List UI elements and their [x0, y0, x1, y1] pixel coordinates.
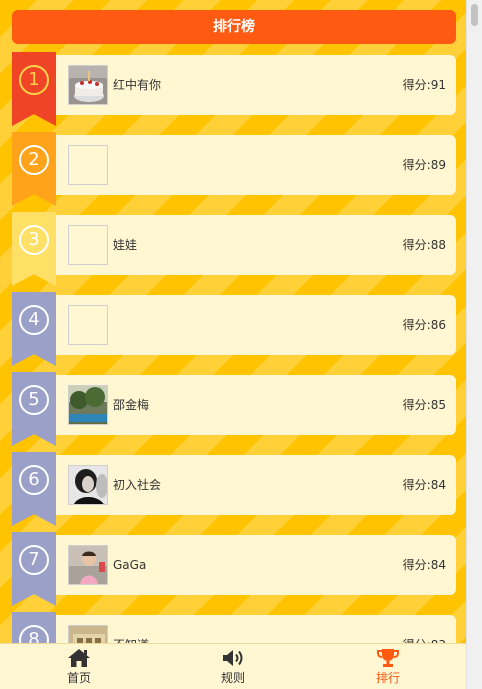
player-score: 得分:84: [402, 558, 446, 572]
leaderboard-page: 排行榜 1 红中有你 得分:91 2 得分:89 3 娃娃 得分:88 4 得分…: [0, 0, 466, 689]
avatar: [68, 545, 108, 585]
tab-label: 规则: [220, 671, 245, 685]
speaker-icon: [223, 650, 243, 666]
player-score: 得分:85: [402, 398, 446, 412]
tab-label: 排行: [375, 671, 400, 685]
rank-number: 6: [19, 465, 49, 495]
player-score: 得分:84: [402, 478, 446, 492]
scrollbar[interactable]: [466, 0, 482, 689]
player-score: 得分:86: [402, 318, 446, 332]
rank-ribbon: 4: [12, 292, 56, 366]
rank-ribbon: 6: [12, 452, 56, 526]
ranking-row[interactable]: 7 GaGa 得分:84: [12, 532, 456, 606]
tab-home[interactable]: 首页: [19, 644, 139, 689]
rank-number: 5: [19, 385, 49, 415]
ranking-card: 娃娃 得分:88: [56, 215, 456, 275]
player-name: 初入社会: [113, 478, 162, 492]
rank-ribbon: 1: [12, 52, 56, 126]
player-name: 娃娃: [113, 238, 138, 252]
avatar: [68, 465, 108, 505]
landscape-photo-icon: [69, 386, 107, 424]
scrollbar-thumb[interactable]: [471, 4, 478, 26]
ranking-row[interactable]: 2 得分:89: [12, 132, 456, 206]
bottom-tab-bar: 首页 规则 排行: [0, 643, 466, 689]
player-name: 邵金梅: [113, 398, 150, 412]
ranking-row[interactable]: 3 娃娃 得分:88: [12, 212, 456, 286]
child-photo-icon: [69, 546, 107, 584]
avatar-placeholder: [68, 145, 108, 185]
ranking-card: GaGa 得分:84: [56, 535, 456, 595]
tab-label: 首页: [66, 671, 91, 685]
ranking-row[interactable]: 1 红中有你 得分:91: [12, 52, 456, 126]
avatar-placeholder: [68, 225, 108, 265]
rank-number: 4: [19, 305, 49, 335]
ranking-row[interactable]: 6 初入社会 得分:84: [12, 452, 456, 526]
ranking-card: 得分:89: [56, 135, 456, 195]
avatar: [68, 65, 108, 105]
player-score: 得分:89: [402, 158, 446, 172]
ranking-row[interactable]: 4 得分:86: [12, 292, 456, 366]
ranking-row[interactable]: 5 邵金梅 得分:85: [12, 372, 456, 446]
page-title: 排行榜: [12, 10, 456, 44]
trophy-icon: [377, 649, 399, 667]
player-name: 红中有你: [113, 78, 162, 92]
rank-number: 1: [19, 65, 49, 95]
player-score: 得分:91: [402, 78, 446, 92]
ranking-card: 初入社会 得分:84: [56, 455, 456, 515]
rank-ribbon: 7: [12, 532, 56, 606]
rank-number: 2: [19, 145, 49, 175]
portrait-photo-icon: [69, 466, 107, 504]
player-score: 得分:88: [402, 238, 446, 252]
rank-number: 7: [19, 545, 49, 575]
rank-ribbon: 2: [12, 132, 56, 206]
avatar-placeholder: [68, 305, 108, 345]
cake-photo-icon: [69, 66, 107, 104]
rank-ribbon: 3: [12, 212, 56, 286]
ranking-card: 邵金梅 得分:85: [56, 375, 456, 435]
rank-ribbon: 5: [12, 372, 56, 446]
ranking-card: 得分:86: [56, 295, 456, 355]
tab-ranking[interactable]: 排行: [328, 644, 448, 689]
avatar: [68, 385, 108, 425]
rank-number: 3: [19, 225, 49, 255]
home-icon: [68, 649, 90, 667]
tab-rules[interactable]: 规则: [173, 644, 293, 689]
player-name: GaGa: [113, 558, 147, 572]
ranking-card: 红中有你 得分:91: [56, 55, 456, 115]
